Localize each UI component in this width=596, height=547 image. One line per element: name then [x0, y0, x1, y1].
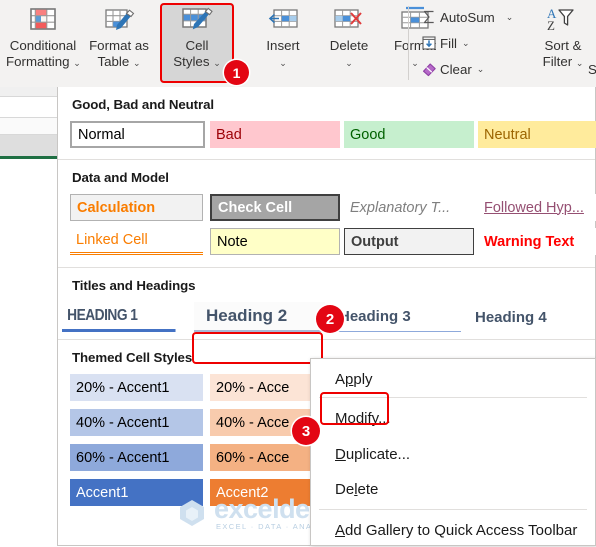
chevron-down-icon[interactable]: ⌄ — [576, 58, 584, 68]
menu-item-add-gallery-to-quick-access-toolbar[interactable]: Add Gallery to Quick Access Toolbar — [311, 514, 595, 547]
chevron-down-icon[interactable]: ⌄ — [213, 58, 221, 68]
style-calculation[interactable]: Calculation — [70, 194, 203, 221]
style-note[interactable]: Note — [210, 228, 340, 255]
delete-label: Delete — [329, 38, 369, 53]
format-as-table-icon — [82, 3, 156, 36]
style-bad[interactable]: Bad — [210, 121, 340, 148]
sort-filter-icon: A Z — [526, 3, 596, 36]
gallery-section-title: Good, Bad and Neutral — [72, 97, 214, 112]
cell-styles-icon — [160, 3, 234, 36]
gallery-section-title: Themed Cell Styles — [72, 350, 193, 365]
menu-item-duplicate[interactable]: Duplicate... — [311, 438, 595, 471]
style-heading-4[interactable]: Heading 4 — [466, 302, 594, 332]
gallery-section-divider — [58, 267, 595, 268]
style-20-accent1[interactable]: 20% - Accent1 — [70, 374, 203, 401]
style-40-accent1[interactable]: 40% - Accent1 — [70, 409, 203, 436]
sheet-row-strip — [0, 118, 57, 135]
style-linked-cell[interactable]: Linked Cell — [70, 228, 203, 255]
svg-text:Z: Z — [547, 18, 555, 33]
autosum-label: AutoSum — [440, 9, 495, 25]
menu-separator — [319, 509, 587, 510]
sheet-row-strip — [0, 97, 57, 118]
autosum-button[interactable]: AutoSum ⌄ — [418, 4, 513, 30]
insert-cells-icon — [246, 3, 320, 36]
cell-styles-label-line1: Cell — [185, 38, 209, 53]
clear-button[interactable]: Clear ⌄ — [418, 56, 484, 82]
chevron-down-icon[interactable]: ⌄ — [477, 64, 485, 75]
chevron-down-icon[interactable]: ⌄ — [506, 12, 514, 23]
chevron-down-icon[interactable]: ⌄ — [73, 58, 81, 68]
insert-label: Insert — [266, 38, 300, 53]
chevron-down-icon[interactable]: ⌄ — [133, 58, 141, 68]
chevron-down-icon[interactable]: ⌄ — [345, 58, 353, 68]
menu-item-modify[interactable]: Modify... — [311, 402, 595, 435]
sheet-selection-edge — [0, 156, 57, 159]
sigma-icon — [418, 9, 440, 25]
ribbon-group-divider — [408, 6, 409, 80]
cell-style-context-menu: Ap ply Modify... Duplicate... De l ete Add … — [310, 358, 596, 546]
annotation-badge-2: 2 — [316, 305, 344, 333]
menu-item-apply[interactable]: Ap ply — [311, 363, 595, 396]
style-check-cell[interactable]: Check Cell — [210, 194, 340, 221]
sort-filter-label-line2: Filter — [542, 53, 573, 69]
sheet-row-strip — [0, 87, 57, 97]
format-as-table-label-line1: Format as — [89, 38, 149, 53]
conditional-formatting-button[interactable]: Conditional Formatting ⌄ — [6, 3, 81, 83]
insert-cells-button[interactable]: Insert ⌄ — [246, 3, 320, 83]
style-good[interactable]: Good — [344, 121, 474, 148]
eraser-icon — [418, 61, 440, 77]
fill-label: Fill — [440, 35, 457, 51]
delete-cells-icon — [312, 3, 386, 36]
style-neutral[interactable]: Neutral — [478, 121, 596, 148]
sort-filter-label-line1: Sort & — [544, 38, 582, 53]
conditional-formatting-label-line2: Formatting — [6, 53, 70, 69]
format-as-table-button[interactable]: Format as Table ⌄ — [82, 3, 156, 83]
ribbon-home-tab: Conditional Formatting ⌄ Format as Table… — [0, 0, 596, 87]
style-output[interactable]: Output — [344, 228, 474, 255]
style-normal[interactable]: Normal — [70, 121, 205, 148]
style-heading-3[interactable]: Heading 3 — [330, 302, 461, 332]
gallery-section-divider — [58, 339, 595, 340]
gallery-section-divider — [58, 159, 595, 160]
sort-and-filter-button[interactable]: A Z Sort & Filter ⌄ — [526, 3, 596, 83]
gallery-section-title: Data and Model — [72, 170, 169, 185]
style-60-accent1[interactable]: 60% - Accent1 — [70, 444, 203, 471]
chevron-down-icon[interactable]: ⌄ — [279, 58, 287, 68]
gallery-section-title: Titles and Headings — [72, 278, 196, 293]
conditional-formatting-icon — [6, 3, 80, 36]
format-as-table-label-line2: Table — [97, 53, 130, 69]
cell-styles-label-line2: Styles — [173, 53, 210, 69]
fill-button[interactable]: Fill ⌄ — [418, 30, 470, 56]
style-followed-hyperlink[interactable]: Followed Hyp... — [478, 194, 596, 221]
menu-separator — [319, 397, 587, 398]
conditional-formatting-label-line1: Conditional — [9, 38, 77, 53]
menu-item-delete[interactable]: De l ete — [311, 473, 595, 506]
cell-styles-button[interactable]: Cell Styles ⌄ — [160, 3, 234, 83]
chevron-down-icon[interactable]: ⌄ — [462, 38, 470, 49]
delete-cells-button[interactable]: Delete ⌄ — [312, 3, 386, 83]
style-warning-text[interactable]: Warning Text — [478, 228, 596, 255]
fill-down-icon — [418, 35, 440, 51]
style-explanatory-text[interactable]: Explanatory T... — [344, 194, 474, 221]
style-accent1[interactable]: Accent1 — [70, 479, 203, 506]
find-and-select-button-partial[interactable]: S — [588, 62, 596, 77]
style-heading-2[interactable]: Heading 2 — [194, 302, 325, 332]
annotation-badge-3: 3 — [292, 417, 320, 445]
style-heading-1[interactable]: HEADING 1 — [62, 302, 176, 332]
clear-label: Clear — [440, 61, 472, 77]
sheet-row-strip-selected — [0, 135, 57, 156]
